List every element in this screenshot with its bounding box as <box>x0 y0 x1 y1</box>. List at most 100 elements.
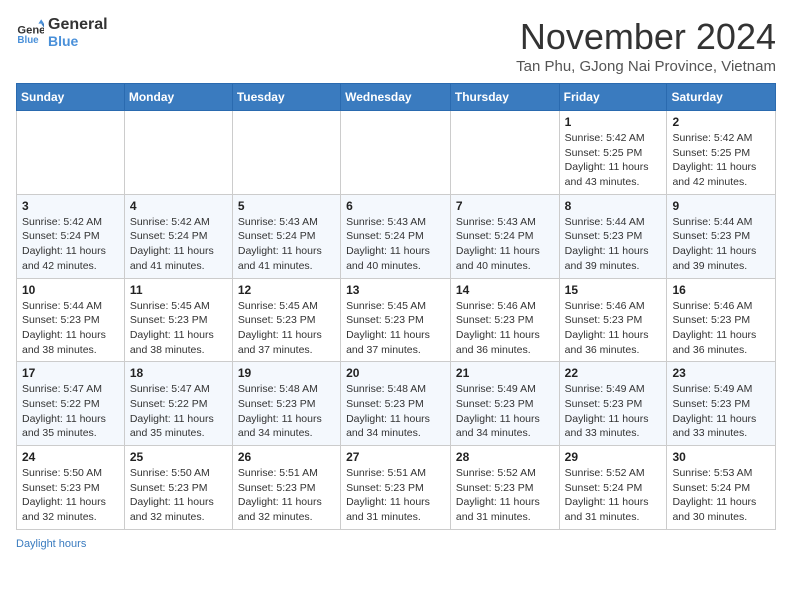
month-title: November 2024 <box>516 16 776 58</box>
day-header-wednesday: Wednesday <box>341 84 451 111</box>
logo: General Blue General Blue <box>16 16 108 49</box>
day-info: Sunrise: 5:43 AM Sunset: 5:24 PM Dayligh… <box>346 215 445 274</box>
calendar-cell: 17Sunrise: 5:47 AM Sunset: 5:22 PM Dayli… <box>17 362 125 446</box>
day-info: Sunrise: 5:46 AM Sunset: 5:23 PM Dayligh… <box>456 299 554 358</box>
header: General Blue General Blue November 2024 … <box>16 16 776 75</box>
day-number: 10 <box>22 283 119 297</box>
calendar-cell: 30 Sunrise: 5:53 AM Sunset: 5:24 PM Dayli… <box>667 446 776 530</box>
day-number: 14 <box>456 283 554 297</box>
day-info: Sunrise: 5:48 AM Sunset: 5:23 PM Dayligh… <box>346 382 445 441</box>
calendar-cell: 8 Sunrise: 5:44 AM Sunset: 5:23 PM Daylig… <box>559 194 667 278</box>
calendar-cell: 6Sunrise: 5:43 AM Sunset: 5:24 PM Daylig… <box>341 194 451 278</box>
calendar-cell: 10Sunrise: 5:44 AM Sunset: 5:23 PM Dayli… <box>17 278 125 362</box>
title-area: November 2024 Tan Phu, GJong Nai Provinc… <box>516 16 776 75</box>
day-number: 1 <box>565 115 662 129</box>
day-info: Sunrise: 5:44 AM Sunset: 5:23 PM Dayligh… <box>672 215 770 274</box>
logo-general: General <box>48 16 108 34</box>
day-header-monday: Monday <box>124 84 232 111</box>
svg-text:Blue: Blue <box>17 36 39 47</box>
day-info: Sunrise: 5:45 AM Sunset: 5:23 PM Dayligh… <box>130 299 227 358</box>
calendar-cell: 1 Sunrise: 5:42 AM Sunset: 5:25 PM Daylig… <box>559 111 667 195</box>
day-info: Sunrise: 5:43 AM Sunset: 5:24 PM Dayligh… <box>456 215 554 274</box>
day-info: Sunrise: 5:52 AM Sunset: 5:24 PM Dayligh… <box>565 466 662 525</box>
calendar-week-3: 10Sunrise: 5:44 AM Sunset: 5:23 PM Dayli… <box>17 278 776 362</box>
day-number: 9 <box>672 199 770 213</box>
day-info: Sunrise: 5:47 AM Sunset: 5:22 PM Dayligh… <box>130 382 227 441</box>
day-info: Sunrise: 5:43 AM Sunset: 5:24 PM Dayligh… <box>238 215 335 274</box>
day-info: Sunrise: 5:51 AM Sunset: 5:23 PM Dayligh… <box>238 466 335 525</box>
day-info: Sunrise: 5:53 AM Sunset: 5:24 PM Dayligh… <box>672 466 770 525</box>
day-number: 24 <box>22 450 119 464</box>
calendar-cell: 23Sunrise: 5:49 AM Sunset: 5:23 PM Dayli… <box>667 362 776 446</box>
day-info: Sunrise: 5:51 AM Sunset: 5:23 PM Dayligh… <box>346 466 445 525</box>
footer-note: Daylight hours <box>16 538 776 550</box>
day-number: 17 <box>22 366 119 380</box>
day-number: 27 <box>346 450 445 464</box>
day-number: 25 <box>130 450 227 464</box>
calendar-cell: 20Sunrise: 5:48 AM Sunset: 5:23 PM Dayli… <box>341 362 451 446</box>
calendar-cell: 15 Sunrise: 5:46 AM Sunset: 5:23 PM Dayli… <box>559 278 667 362</box>
day-info: Sunrise: 5:42 AM Sunset: 5:24 PM Dayligh… <box>130 215 227 274</box>
day-info: Sunrise: 5:50 AM Sunset: 5:23 PM Dayligh… <box>130 466 227 525</box>
calendar-cell <box>17 111 125 195</box>
day-number: 8 <box>565 199 662 213</box>
calendar-cell <box>450 111 559 195</box>
day-info: Sunrise: 5:52 AM Sunset: 5:23 PM Dayligh… <box>456 466 554 525</box>
calendar-week-4: 17 Sunrise: 5:47 AM Sunset: 5:22 PM Dayli… <box>17 362 776 446</box>
calendar-cell: 22 Sunrise: 5:49 AM Sunset: 5:23 PM Dayli… <box>559 362 667 446</box>
logo-blue: Blue <box>48 34 108 49</box>
day-info: Sunrise: 5:45 AM Sunset: 5:23 PM Dayligh… <box>238 299 335 358</box>
day-number: 30 <box>672 450 770 464</box>
calendar-cell: 5 Sunrise: 5:43 AM Sunset: 5:24 PM Daylig… <box>232 194 340 278</box>
day-number: 16 <box>672 283 770 297</box>
day-info: Sunrise: 5:49 AM Sunset: 5:23 PM Dayligh… <box>672 382 770 441</box>
day-number: 7 <box>456 199 554 213</box>
calendar-cell: 2Sunrise: 5:42 AM Sunset: 5:25 PM Daylig… <box>667 111 776 195</box>
day-number: 19 <box>238 366 335 380</box>
calendar-cell: 21Sunrise: 5:49 AM Sunset: 5:23 PM Dayli… <box>450 362 559 446</box>
day-info: Sunrise: 5:46 AM Sunset: 5:23 PM Dayligh… <box>672 299 770 358</box>
calendar-table: SundayMondayTuesdayWednesdayThursdayFrid… <box>16 83 776 530</box>
calendar-cell: 11 Sunrise: 5:45 AM Sunset: 5:23 PM Dayli… <box>124 278 232 362</box>
day-header-friday: Friday <box>559 84 667 111</box>
calendar-cell: 16 Sunrise: 5:46 AM Sunset: 5:23 PM Dayli… <box>667 278 776 362</box>
day-info: Sunrise: 5:50 AM Sunset: 5:23 PM Dayligh… <box>22 466 119 525</box>
day-number: 4 <box>130 199 227 213</box>
calendar-cell: 28 Sunrise: 5:52 AM Sunset: 5:23 PM Dayli… <box>450 446 559 530</box>
day-number: 22 <box>565 366 662 380</box>
day-number: 12 <box>238 283 335 297</box>
calendar-cell: 19Sunrise: 5:48 AM Sunset: 5:23 PM Dayli… <box>232 362 340 446</box>
day-number: 28 <box>456 450 554 464</box>
day-info: Sunrise: 5:42 AM Sunset: 5:24 PM Dayligh… <box>22 215 119 274</box>
calendar-cell <box>341 111 451 195</box>
day-info: Sunrise: 5:42 AM Sunset: 5:25 PM Dayligh… <box>565 131 662 190</box>
day-number: 13 <box>346 283 445 297</box>
calendar-cell: 18 Sunrise: 5:47 AM Sunset: 5:22 PM Dayli… <box>124 362 232 446</box>
logo-icon: General Blue <box>16 18 44 46</box>
daylight-hours-label: Daylight hours <box>16 538 86 550</box>
calendar-cell: 4 Sunrise: 5:42 AM Sunset: 5:24 PM Daylig… <box>124 194 232 278</box>
calendar-cell: 3 Sunrise: 5:42 AM Sunset: 5:24 PM Daylig… <box>17 194 125 278</box>
day-info: Sunrise: 5:46 AM Sunset: 5:23 PM Dayligh… <box>565 299 662 358</box>
day-info: Sunrise: 5:44 AM Sunset: 5:23 PM Dayligh… <box>565 215 662 274</box>
day-number: 21 <box>456 366 554 380</box>
day-info: Sunrise: 5:45 AM Sunset: 5:23 PM Dayligh… <box>346 299 445 358</box>
calendar-cell: 29Sunrise: 5:52 AM Sunset: 5:24 PM Dayli… <box>559 446 667 530</box>
calendar-cell <box>124 111 232 195</box>
day-header-thursday: Thursday <box>450 84 559 111</box>
calendar-cell <box>232 111 340 195</box>
day-header-sunday: Sunday <box>17 84 125 111</box>
day-info: Sunrise: 5:42 AM Sunset: 5:25 PM Dayligh… <box>672 131 770 190</box>
calendar-cell: 12 Sunrise: 5:45 AM Sunset: 5:23 PM Dayli… <box>232 278 340 362</box>
day-number: 18 <box>130 366 227 380</box>
day-info: Sunrise: 5:49 AM Sunset: 5:23 PM Dayligh… <box>565 382 662 441</box>
calendar-cell: 25 Sunrise: 5:50 AM Sunset: 5:23 PM Dayli… <box>124 446 232 530</box>
day-number: 15 <box>565 283 662 297</box>
day-number: 3 <box>22 199 119 213</box>
calendar-week-5: 24 Sunrise: 5:50 AM Sunset: 5:23 PM Dayli… <box>17 446 776 530</box>
calendar-cell: 7 Sunrise: 5:43 AM Sunset: 5:24 PM Daylig… <box>450 194 559 278</box>
calendar-week-1: 1 Sunrise: 5:42 AM Sunset: 5:25 PM Daylig… <box>17 111 776 195</box>
day-number: 5 <box>238 199 335 213</box>
day-number: 11 <box>130 283 227 297</box>
day-header-saturday: Saturday <box>667 84 776 111</box>
